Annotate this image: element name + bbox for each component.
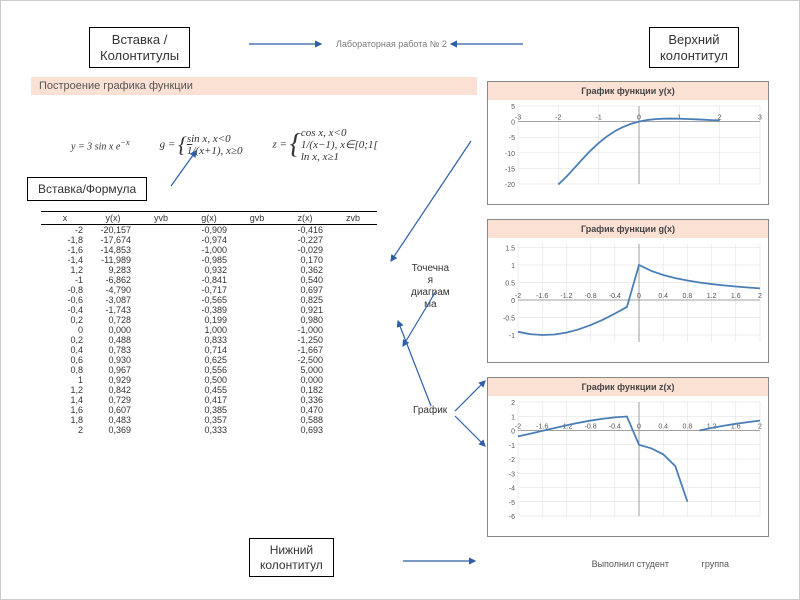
chart-g-title: График функции g(x): [488, 220, 768, 238]
table-row: -0,8-4,790-0,7170,697: [41, 285, 377, 295]
col-y(x): y(x): [89, 212, 137, 225]
callout-insert-formula: Вставка/Формула: [27, 177, 147, 201]
svg-text:-3: -3: [509, 471, 515, 478]
formula-row: y = 3 sin x e−x g = {sin x, x<01/(x+1), …: [71, 127, 378, 163]
table-row: 10,9290,5000,000: [41, 375, 377, 385]
chart-y: График функции y(x) -20-15-10-505-3-2-10…: [487, 81, 769, 205]
callout-insert-headers: Вставка /Колонтитулы: [89, 27, 190, 68]
table-row: 1,29,2830,9320,362: [41, 265, 377, 275]
svg-text:-0.5: -0.5: [503, 316, 515, 323]
svg-text:0.4: 0.4: [658, 424, 668, 431]
lab-header: Лабораторная работа № 2: [336, 39, 447, 49]
section-title: Построение графика функции: [31, 77, 477, 95]
table-row: 1,40,7290,4170,336: [41, 395, 377, 405]
callout-bottom-header: Нижнийколонтитул: [249, 538, 334, 577]
svg-text:1.6: 1.6: [731, 293, 741, 300]
svg-text:-3: -3: [515, 115, 521, 122]
svg-text:-5: -5: [509, 135, 515, 142]
svg-text:-5: -5: [509, 500, 515, 507]
callout-top-header: Верхнийколонтитул: [649, 27, 739, 68]
arrow-4: [386, 141, 476, 271]
svg-text:-1: -1: [509, 443, 515, 450]
svg-text:-20: -20: [505, 182, 515, 189]
table-row: 0,60,9300,625-2,500: [41, 355, 377, 365]
svg-text:-1.6: -1.6: [536, 293, 548, 300]
data-table: xy(x)yvbg(x)gvbz(x)zvb -2-20,157-0,909-0…: [41, 211, 377, 435]
chart-z: График функции z(x) -6-5-4-3-2-1012-2-1.…: [487, 377, 769, 537]
svg-text:5: 5: [511, 104, 515, 111]
arrow-6: [396, 321, 436, 411]
table-row: -2-20,157-0,909-0,416: [41, 225, 377, 236]
table-row: 0,40,7830,714-1,667: [41, 345, 377, 355]
table-row: -1,6-14,853-1,000-0,029: [41, 245, 377, 255]
arrow-3: [171, 151, 201, 191]
svg-text:2: 2: [758, 424, 762, 431]
svg-text:-2: -2: [555, 115, 561, 122]
col-gvb: gvb: [233, 212, 281, 225]
svg-text:0.4: 0.4: [658, 293, 668, 300]
svg-text:-0.8: -0.8: [585, 424, 597, 431]
svg-text:-1: -1: [596, 115, 602, 122]
chart-y-title: График функции y(x): [488, 82, 768, 100]
table-row: 0,80,9670,5565,000: [41, 365, 377, 375]
col-zvb: zvb: [329, 212, 377, 225]
table-row: -1,8-17,674-0,974-0,227: [41, 235, 377, 245]
svg-text:3: 3: [758, 115, 762, 122]
formula-z: z = {cos x, x<01/(x−1), x∈[0;1[ln x, x≥1: [272, 127, 377, 163]
arrow-7: [455, 381, 495, 421]
arrow-8: [455, 416, 495, 456]
svg-text:1: 1: [511, 414, 515, 421]
svg-text:0.8: 0.8: [683, 424, 693, 431]
svg-text:-2: -2: [515, 424, 521, 431]
svg-text:1.5: 1.5: [505, 246, 515, 253]
table-row: 00,0001,000-1,000: [41, 325, 377, 335]
svg-text:2: 2: [511, 400, 515, 407]
svg-text:-4: -4: [509, 486, 515, 493]
svg-text:0.5: 0.5: [505, 281, 515, 288]
svg-text:1.2: 1.2: [707, 293, 717, 300]
footer-group: группа: [702, 559, 729, 569]
arrow-9: [403, 556, 483, 566]
svg-text:-0.4: -0.4: [609, 293, 621, 300]
arrow-2: [451, 39, 531, 49]
chart-g: График функции g(x) -1-0.500.511.5-2-1.6…: [487, 219, 769, 363]
col-g(x): g(x): [185, 212, 233, 225]
svg-text:0.8: 0.8: [683, 293, 693, 300]
table-row: -0,6-3,087-0,5650,825: [41, 295, 377, 305]
table-row: -1,4-11,989-0,9850,170: [41, 255, 377, 265]
chart-z-title: График функции z(x): [488, 378, 768, 396]
table-row: 1,20,8420,4550,182: [41, 385, 377, 395]
table-row: 0,20,7280,1990,980: [41, 315, 377, 325]
svg-text:-2: -2: [515, 293, 521, 300]
col-x: x: [41, 212, 89, 225]
svg-text:-0.8: -0.8: [585, 293, 597, 300]
document-page: Вставка /Колонтитулы Верхнийколонтитул В…: [0, 0, 800, 600]
arrow-1: [249, 39, 329, 49]
col-z(x): z(x): [281, 212, 329, 225]
svg-text:2: 2: [758, 293, 762, 300]
formula-y: y = 3 sin x e−x: [71, 138, 130, 152]
table-row: -0,4-1,743-0,3890,921: [41, 305, 377, 315]
table-row: -1-6,862-0,8410,540: [41, 275, 377, 285]
svg-text:-0.4: -0.4: [609, 424, 621, 431]
table-row: 1,80,4830,3570,588: [41, 415, 377, 425]
svg-text:-2: -2: [509, 457, 515, 464]
footer-student: Выполнил студент: [592, 559, 669, 569]
col-yvb: yvb: [137, 212, 185, 225]
svg-text:-15: -15: [505, 166, 515, 173]
table-row: 20,3690,3330,693: [41, 425, 377, 435]
table-row: 0,20,4880,833-1,250: [41, 335, 377, 345]
svg-text:-10: -10: [505, 151, 515, 158]
svg-text:-6: -6: [509, 514, 515, 521]
svg-text:-1: -1: [509, 333, 515, 340]
svg-text:-1.2: -1.2: [560, 293, 572, 300]
svg-text:1: 1: [511, 263, 515, 270]
table-row: 1,60,6070,3850,470: [41, 405, 377, 415]
